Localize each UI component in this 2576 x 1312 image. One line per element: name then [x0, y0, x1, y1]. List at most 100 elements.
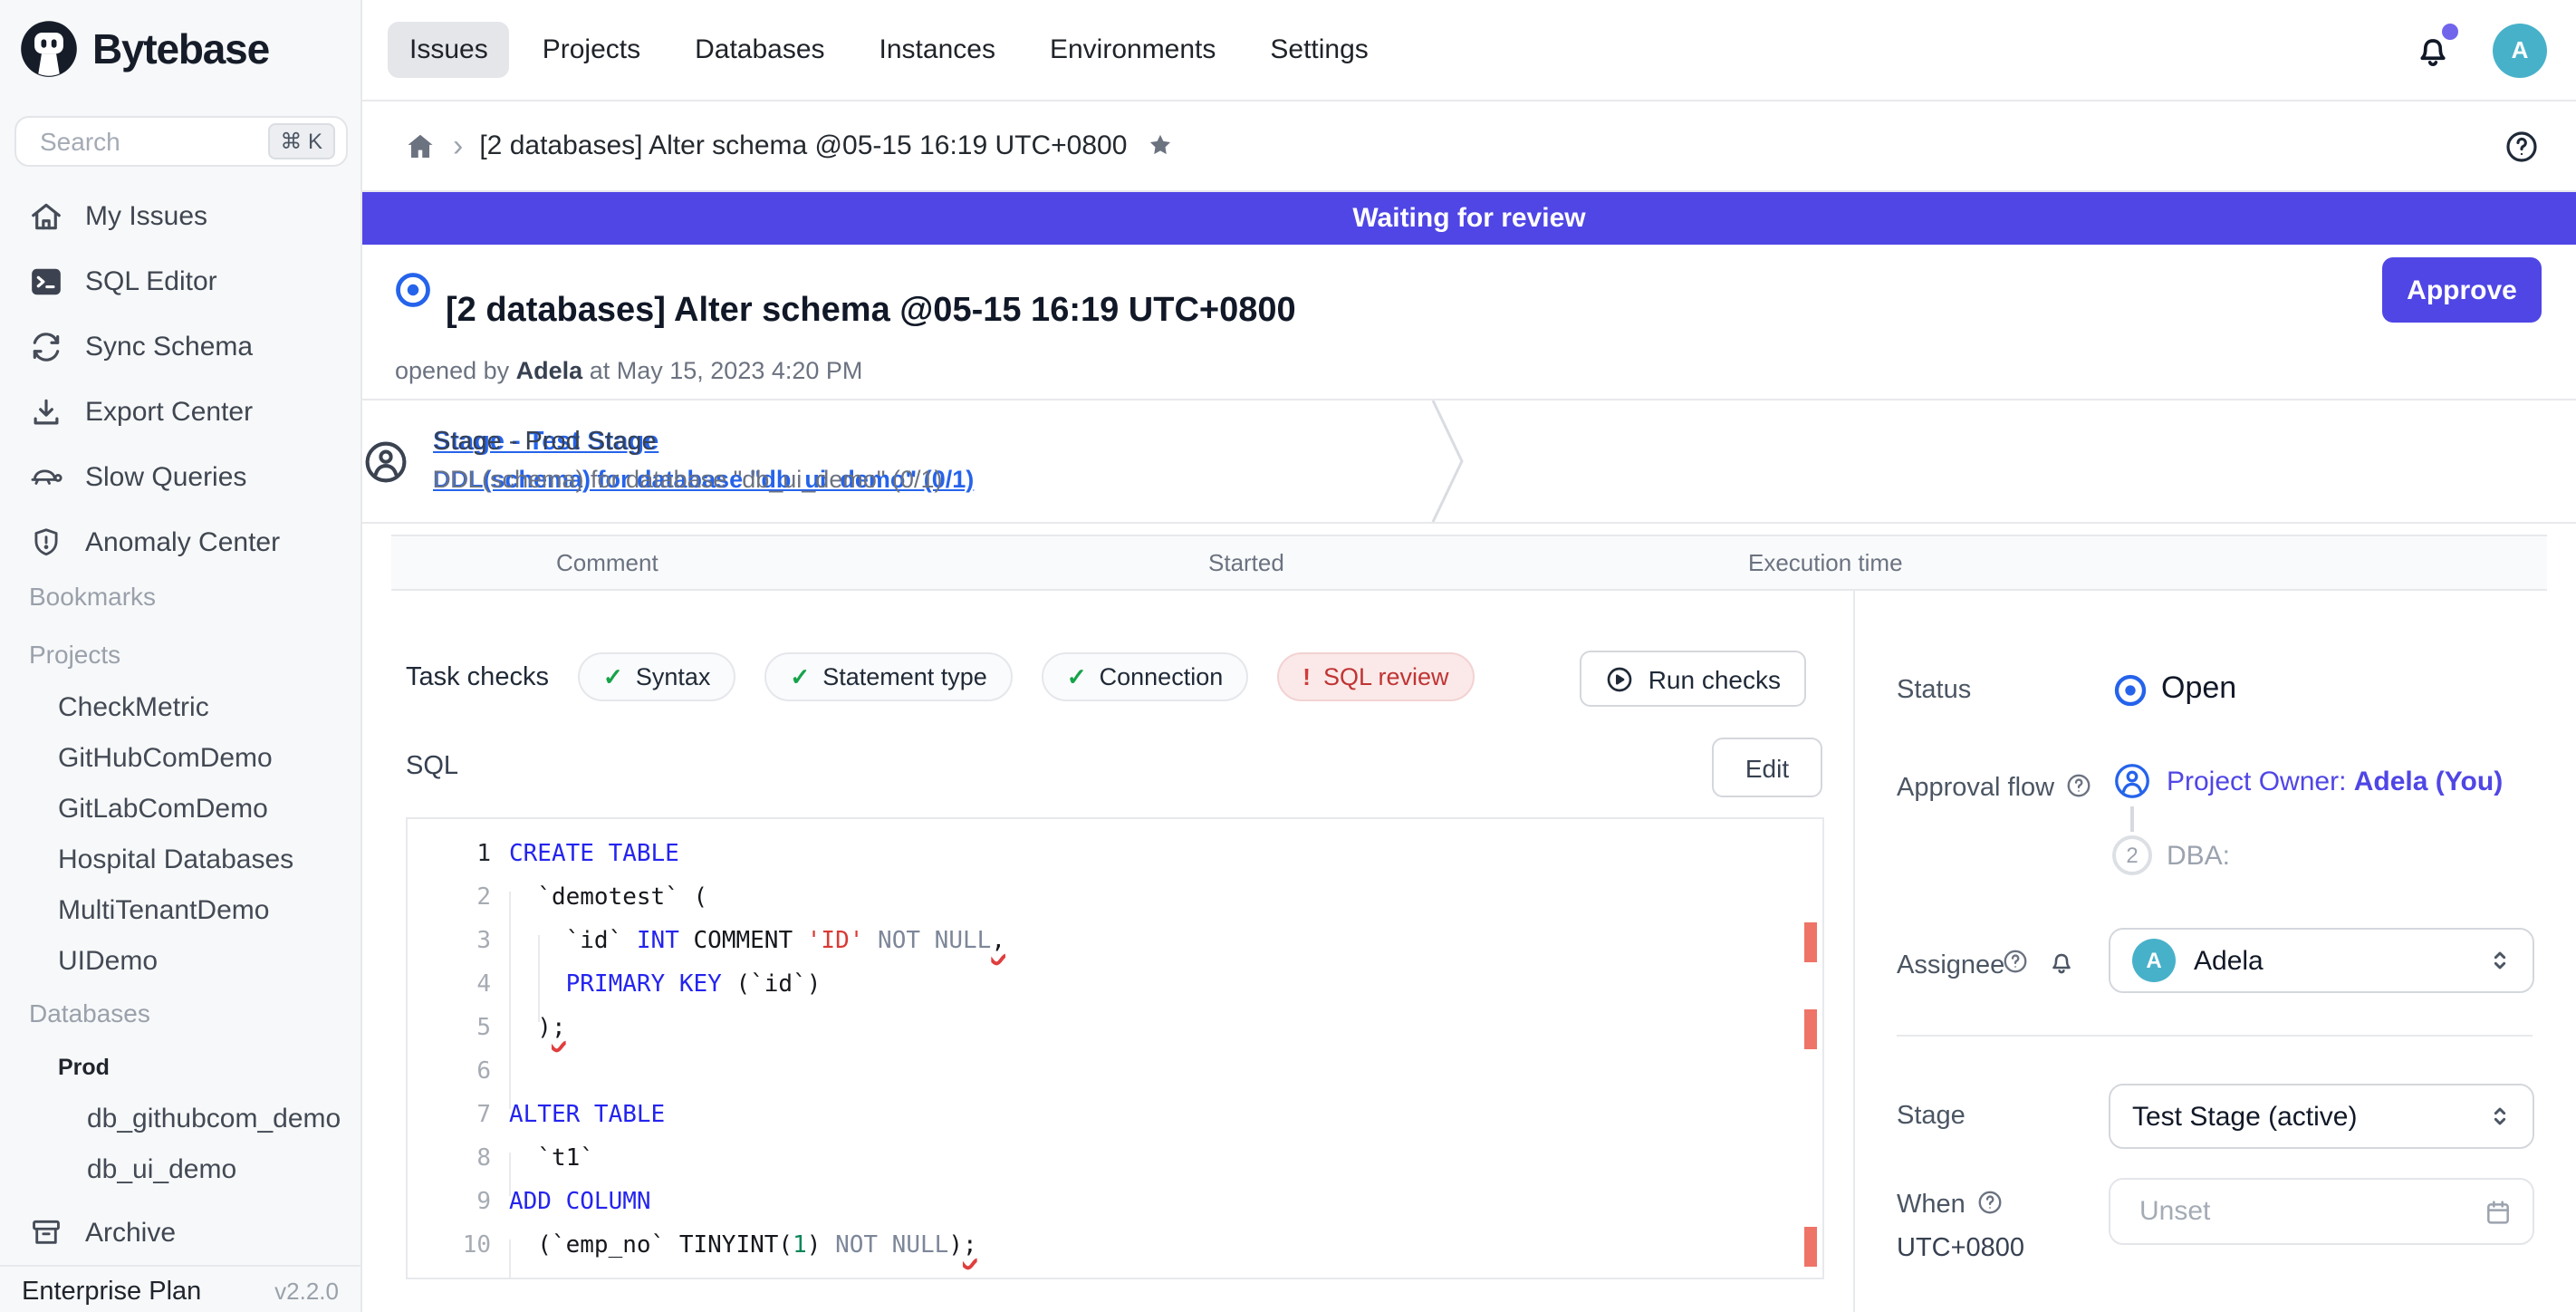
sidebar-item-label: Export Center	[85, 396, 253, 427]
edit-sql-button[interactable]: Edit	[1712, 738, 1822, 797]
check-label: SQL review	[1323, 663, 1449, 690]
sidebar-item-label: Anomaly Center	[85, 526, 280, 557]
when-help-icon[interactable]	[1976, 1189, 2004, 1216]
play-circle-icon	[1605, 664, 1634, 693]
approve-button[interactable]: Approve	[2382, 257, 2542, 323]
search-box[interactable]: ⌘ K	[14, 116, 348, 167]
top-nav-tab[interactable]: Projects	[521, 22, 662, 78]
user-avatar[interactable]: A	[2493, 23, 2547, 77]
version-label: v2.2.0	[274, 1278, 339, 1305]
notification-dot	[2442, 23, 2458, 39]
bytebase-logo[interactable]: Bytebase	[18, 18, 269, 80]
bookmark-star-icon[interactable]	[1145, 130, 1176, 161]
stage-person-icon	[362, 438, 409, 485]
when-datetime-input[interactable]	[2109, 1178, 2534, 1245]
sidebar-section-bookmarks: Bookmarks	[29, 582, 156, 611]
stage-card[interactable]: Stage - Prod Stage DDL(schema) for datab…	[362, 400, 942, 522]
sidebar-project-item[interactable]: MultiTenantDemo	[0, 886, 360, 937]
when-timezone: UTC+0800	[1897, 1234, 2024, 1263]
sidebar-item-label: My Issues	[85, 200, 207, 231]
run-checks-button[interactable]: Run checks	[1580, 651, 1806, 707]
assignee-help-icon[interactable]	[2002, 948, 2031, 977]
sidebar-item-archive[interactable]: Archive	[0, 1207, 360, 1258]
error-ruler-marker	[1804, 1227, 1817, 1267]
calendar-icon	[2484, 1197, 2513, 1226]
sidebar-database-item[interactable]: db_ui_demo	[0, 1145, 360, 1196]
archive-icon	[29, 1215, 63, 1249]
bytebase-logo-icon	[18, 18, 80, 80]
environment-label-prod: Prod	[58, 1055, 110, 1080]
stage-value: Test Stage (active)	[2132, 1101, 2485, 1132]
sidebar-project-item[interactable]: GitLabComDemo	[0, 785, 360, 835]
top-nav-tab[interactable]: Databases	[673, 22, 846, 78]
sidebar-project-item[interactable]: GitHubComDemo	[0, 734, 360, 785]
task-check-badges: ✓ Syntax ✓ Statement type ✓ Connection !…	[578, 652, 1475, 701]
sidebar-project-item[interactable]: UIDemo	[0, 937, 360, 988]
assignee-subscribe-bell-icon[interactable]	[2047, 948, 2076, 977]
sidebar-item[interactable]: My Issues	[0, 183, 360, 248]
task-check-badge[interactable]: ✓ Statement type	[764, 652, 1012, 701]
task-table-column-header: Comment	[556, 549, 658, 576]
check-label: Statement type	[822, 663, 987, 690]
task-checks-label: Task checks	[406, 663, 549, 692]
opened-user[interactable]: Adela	[516, 357, 583, 384]
sidebar-databases-list: db_githubcom_demodb_ui_demo	[0, 1095, 360, 1196]
assignee-select[interactable]: A Adela	[2109, 928, 2534, 993]
top-nav-tab[interactable]: Environments	[1028, 22, 1237, 78]
sidebar-database-item[interactable]: db_githubcom_demo	[0, 1095, 360, 1145]
issue-sidebar: Status Open Approval flow Project Owner:…	[1855, 591, 2576, 1312]
top-nav-tab[interactable]: Settings	[1248, 22, 1389, 78]
archive-label: Archive	[85, 1217, 176, 1248]
sidebar-item-icon	[29, 329, 63, 363]
sidebar-item[interactable]: Anomaly Center	[0, 509, 360, 574]
issue-open-status-icon	[393, 270, 433, 310]
stage-task-link[interactable]: DDL(schema) for database "db_ui_demo" (0…	[433, 460, 942, 498]
review-status-banner: Waiting for review	[362, 192, 2576, 245]
task-table-column-header: Execution time	[1748, 549, 1903, 576]
when-input-field[interactable]	[2136, 1194, 2484, 1229]
task-check-badge[interactable]: ✓ Connection	[1042, 652, 1248, 701]
sidebar-divider	[1897, 1035, 2533, 1037]
top-nav-tab[interactable]: Instances	[858, 22, 1017, 78]
sidebar-project-item[interactable]: Hospital Databases	[0, 835, 360, 886]
approval-help-icon[interactable]	[2065, 772, 2092, 799]
approval-step-role: Project Owner:	[2167, 767, 2354, 797]
task-check-badge[interactable]: ✓ Syntax	[578, 652, 735, 701]
stage-name-link[interactable]: Stage - Prod Stage	[433, 424, 942, 460]
sidebar-item-icon	[29, 264, 63, 298]
sidebar-item[interactable]: Sync Schema	[0, 314, 360, 379]
home-icon[interactable]	[404, 130, 437, 162]
sidebar-section-projects: Projects	[29, 640, 120, 669]
top-nav-tab[interactable]: Issues	[388, 22, 510, 78]
task-check-badge[interactable]: ! SQL review	[1277, 652, 1474, 701]
help-icon[interactable]	[2504, 128, 2540, 164]
breadcrumb-title[interactable]: [2 databases] Alter schema @05-15 16:19 …	[479, 130, 1127, 161]
approval-step-1[interactable]: Project Owner: Adela (You)	[2167, 767, 2503, 797]
assignee-value: Adela	[2194, 945, 2485, 976]
notifications-bell-icon[interactable]	[2413, 30, 2453, 70]
sidebar-item[interactable]: Export Center	[0, 379, 360, 444]
plan-label[interactable]: Enterprise Plan	[22, 1277, 201, 1306]
approval-step-2-role: DBA:	[2167, 841, 2230, 872]
issue-title: [2 databases] Alter schema @05-15 16:19 …	[446, 291, 1296, 331]
sql-section-label: SQL	[406, 752, 458, 781]
stage-select[interactable]: Test Stage (active)	[2109, 1084, 2534, 1149]
sidebar-project-item[interactable]: CheckMetric	[0, 683, 360, 734]
search-input[interactable]	[36, 125, 267, 158]
bytebase-app: Bytebase ⌘ K My Issues SQL Editor Sync S…	[0, 0, 2576, 1312]
approval-step-2-number: 2	[2112, 835, 2152, 875]
check-status-icon: ✓	[603, 662, 623, 691]
stage-label: Stage	[1897, 1102, 1966, 1131]
error-ruler-marker	[1804, 922, 1817, 962]
sql-editor[interactable]: 1CREATE TABLE2 `demotest` (3 `id` INT CO…	[406, 817, 1824, 1279]
sql-code[interactable]: 1CREATE TABLE2 `demotest` (3 `id` INT CO…	[408, 834, 1822, 1269]
sidebar-footer: Enterprise Plan v2.2.0	[0, 1265, 360, 1312]
sidebar-item[interactable]: SQL Editor	[0, 248, 360, 314]
sidebar-item-icon	[29, 394, 63, 429]
sidebar-item[interactable]: Slow Queries	[0, 444, 360, 509]
sidebar: Bytebase ⌘ K My Issues SQL Editor Sync S…	[0, 0, 362, 1312]
assignee-icons	[2002, 948, 2076, 977]
top-nav-tabs: IssuesProjectsDatabasesInstancesEnvironm…	[388, 22, 1390, 78]
opened-prefix: opened by	[395, 357, 509, 384]
chevron-updown-icon	[2485, 1102, 2514, 1131]
